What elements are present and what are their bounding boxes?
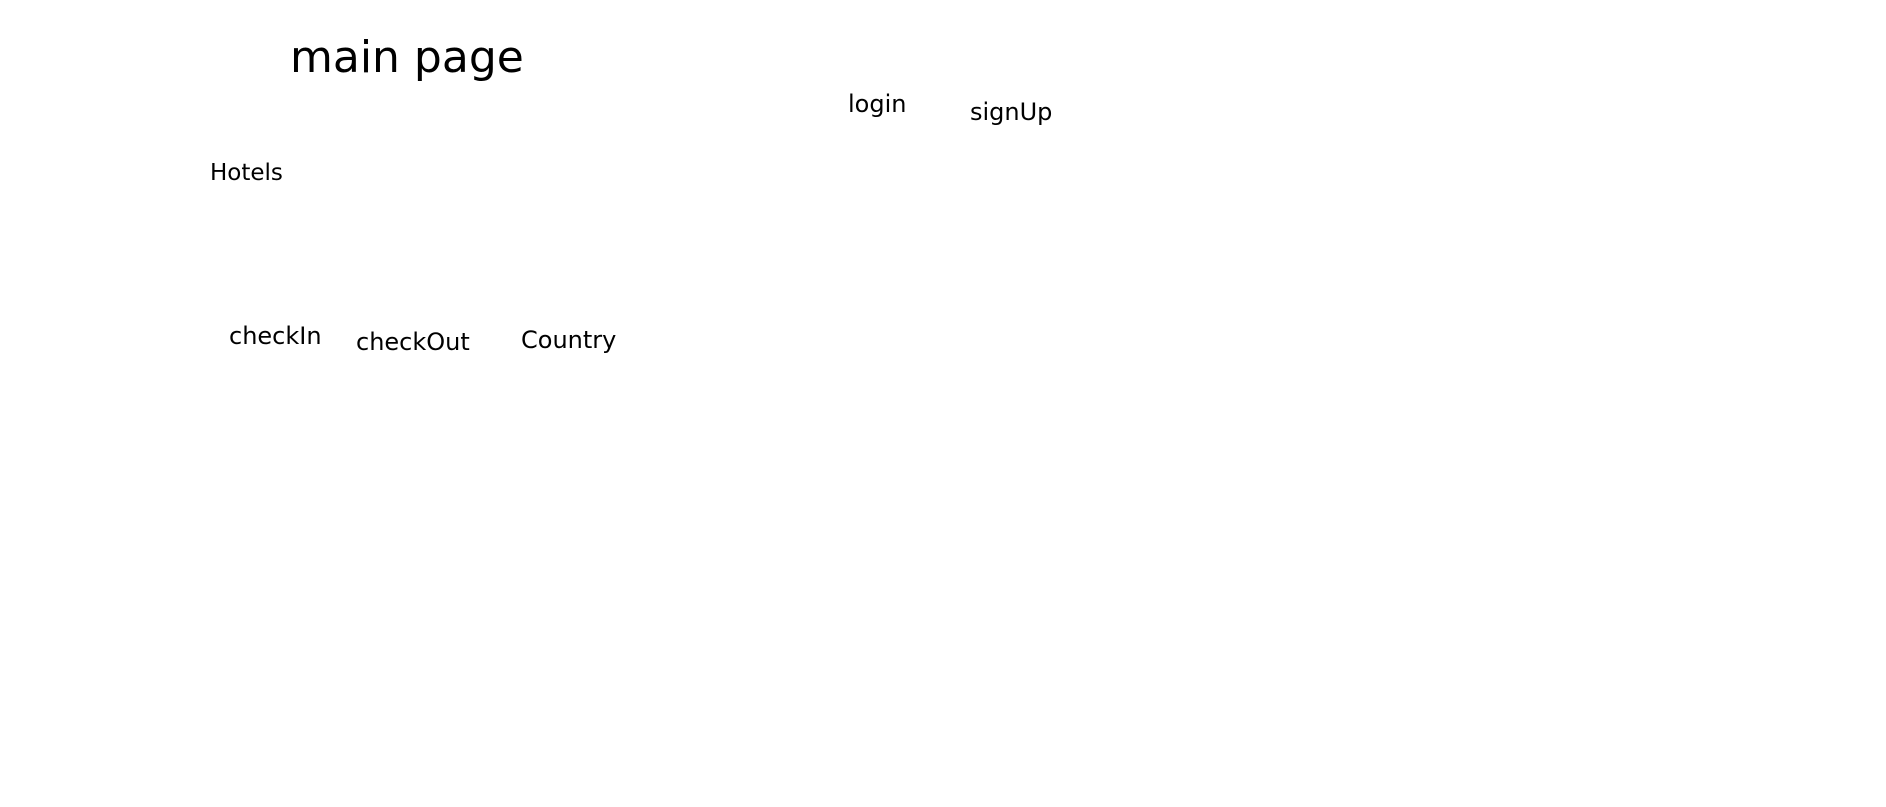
login-link[interactable]: login [848,92,906,116]
checkout-label: checkOut [356,328,470,356]
signup-link[interactable]: signUp [970,100,1052,124]
checkin-label: checkIn [229,322,322,350]
page-title: main page [290,32,524,83]
country-label: Country [521,326,617,354]
hotels-section-label: Hotels [210,160,283,186]
